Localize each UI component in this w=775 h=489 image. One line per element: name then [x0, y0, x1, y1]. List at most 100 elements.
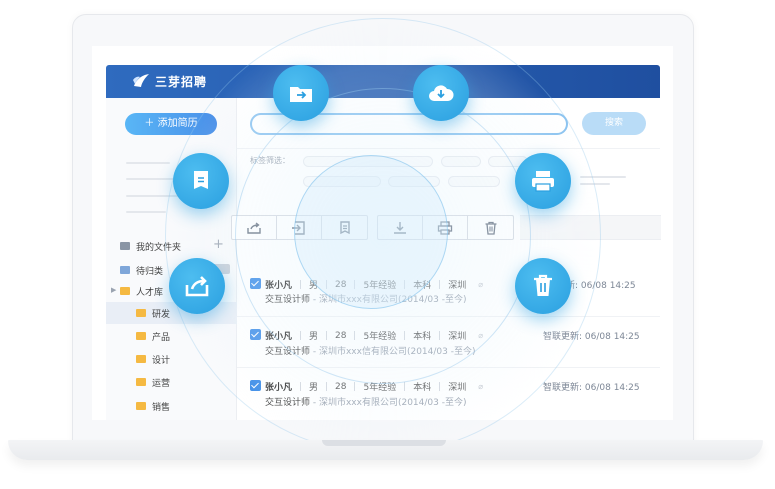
candidate-city: 深圳 — [448, 332, 467, 342]
floating-print-bubble — [515, 153, 571, 209]
brand-logo-icon — [133, 74, 149, 87]
job-company: - 深圳市xxx有限公司(2014/03 -至今) — [310, 398, 467, 408]
tag-filter-label: 标签筛选： — [250, 156, 290, 165]
folder-icon — [120, 266, 130, 274]
row-checkbox[interactable] — [250, 278, 261, 289]
folder-icon — [136, 378, 146, 386]
print-button[interactable] — [423, 216, 468, 239]
candidate-name[interactable]: 张小凡 — [265, 278, 292, 291]
download-icon — [394, 221, 406, 234]
floating-delete-bubble — [515, 258, 571, 314]
cloud-download-icon — [429, 85, 454, 101]
candidate-experience: 5年经验 — [363, 332, 397, 342]
table-row[interactable] — [237, 318, 660, 368]
folder-icon — [120, 242, 130, 250]
attachment-icon: ⌀ — [478, 382, 484, 391]
candidate-gender: 男 — [309, 332, 319, 342]
candidate-city: 深圳 — [448, 383, 467, 393]
update-time: 智联更新: 06/08 14:25 — [543, 332, 640, 342]
filter-tag[interactable] — [303, 156, 433, 167]
row-checkbox[interactable] — [250, 329, 261, 340]
sidebar-item-product[interactable]: 产品 — [136, 328, 170, 344]
folder-icon — [136, 309, 146, 317]
candidate-gender: 男 — [309, 281, 319, 291]
candidate-age: 28 — [335, 381, 347, 392]
action-toolbar-left — [231, 215, 368, 240]
delete-button[interactable] — [468, 216, 513, 239]
job-company: - 深圳市xxx有限公司(2014/03 -至今) — [310, 295, 467, 305]
folder-icon — [136, 402, 146, 410]
candidate-summary: 张小凡 男 28 5年经验 本科 深圳 ⌀ — [265, 380, 484, 394]
action-toolbar-right — [377, 215, 514, 240]
candidate-age: 28 — [335, 330, 347, 341]
placeholder-line — [126, 195, 178, 197]
placeholder-line — [580, 176, 626, 178]
sidebar-my-folders[interactable]: 我的文件夹 — [120, 238, 181, 254]
print-icon — [532, 171, 554, 192]
filter-tag[interactable] — [388, 176, 440, 187]
floating-cloud-download-bubble — [413, 65, 469, 121]
share-icon — [185, 276, 209, 297]
tag-icon — [339, 220, 350, 234]
sidebar-item-operations[interactable]: 运营 — [136, 374, 170, 390]
sidebar-item-design[interactable]: 设计 — [136, 351, 170, 367]
attachment-icon: ⌀ — [478, 280, 484, 289]
share-icon — [247, 221, 261, 234]
sidebar-item-talent-pool[interactable]: 人才库 — [120, 283, 163, 299]
share-button[interactable] — [232, 216, 277, 239]
floating-share-bubble — [169, 258, 225, 314]
folder-icon — [136, 355, 146, 363]
sidebar-item-rnd[interactable]: 研发 — [136, 305, 170, 321]
floating-move-bubble — [273, 65, 329, 121]
sidebar — [106, 98, 237, 420]
move-icon — [292, 220, 305, 235]
attachment-icon: ⌀ — [478, 331, 484, 340]
placeholder-line — [580, 183, 610, 185]
delete-icon — [485, 221, 496, 235]
add-folder-icon[interactable]: + — [213, 237, 224, 252]
caret-right-icon[interactable]: ▶ — [111, 286, 116, 294]
filter-tag[interactable] — [448, 176, 500, 187]
candidate-job: 交互设计师 - 深圳市xxx信有限公司(2014/03 -至今) — [265, 344, 475, 357]
candidate-summary: 张小凡 男 28 5年经验 本科 深圳 ⌀ — [265, 278, 484, 292]
filter-tag[interactable] — [303, 176, 381, 187]
table-row[interactable] — [237, 369, 660, 419]
stage: 三芽招聘 ＋ 添加简历 我的文件夹 + 待归类 ▶ 人才库 研发 产品 设计 运… — [0, 0, 775, 489]
candidate-name[interactable]: 张小凡 — [265, 329, 292, 342]
candidate-summary: 张小凡 男 28 5年经验 本科 深圳 ⌀ — [265, 329, 484, 343]
placeholder-line — [126, 162, 170, 164]
search-button[interactable]: 搜索 — [582, 112, 646, 135]
download-button[interactable] — [378, 216, 423, 239]
candidate-city: 深圳 — [448, 281, 467, 291]
job-title: 交互设计师 — [265, 295, 311, 305]
laptop-notch — [322, 440, 446, 446]
tag-button[interactable] — [322, 216, 367, 239]
candidate-experience: 5年经验 — [363, 383, 397, 393]
folder-icon — [120, 287, 130, 295]
candidate-job: 交互设计师 - 深圳市xxx有限公司(2014/03 -至今) — [265, 292, 466, 305]
candidate-age: 28 — [335, 279, 347, 290]
job-title: 交互设计师 — [265, 347, 311, 357]
job-title: 交互设计师 — [265, 398, 311, 408]
row-checkbox[interactable] — [250, 380, 261, 391]
brand-name: 三芽招聘 — [155, 75, 208, 89]
update-time: 新: 06/08 14:25 — [566, 281, 636, 291]
sidebar-item-sales[interactable]: 销售 — [136, 398, 170, 414]
sidebar-item-unsorted[interactable]: 待归类 — [120, 262, 163, 278]
toolbar-strip — [520, 215, 661, 240]
print-icon — [437, 220, 453, 235]
move-button[interactable] — [277, 216, 322, 239]
delete-icon — [534, 274, 552, 296]
divider — [237, 148, 660, 149]
candidate-experience: 5年经验 — [363, 281, 397, 291]
filter-tag[interactable] — [441, 156, 481, 167]
add-resume-button[interactable]: ＋ 添加简历 — [125, 113, 217, 135]
folder-icon — [136, 332, 146, 340]
floating-tag-bubble — [173, 153, 229, 209]
update-time: 智联更新: 06/08 14:25 — [543, 383, 640, 393]
plus-icon: ＋ — [144, 118, 155, 129]
move-icon — [290, 87, 312, 102]
placeholder-line — [126, 211, 166, 213]
candidate-name[interactable]: 张小凡 — [265, 380, 292, 393]
candidate-education: 本科 — [413, 281, 432, 291]
